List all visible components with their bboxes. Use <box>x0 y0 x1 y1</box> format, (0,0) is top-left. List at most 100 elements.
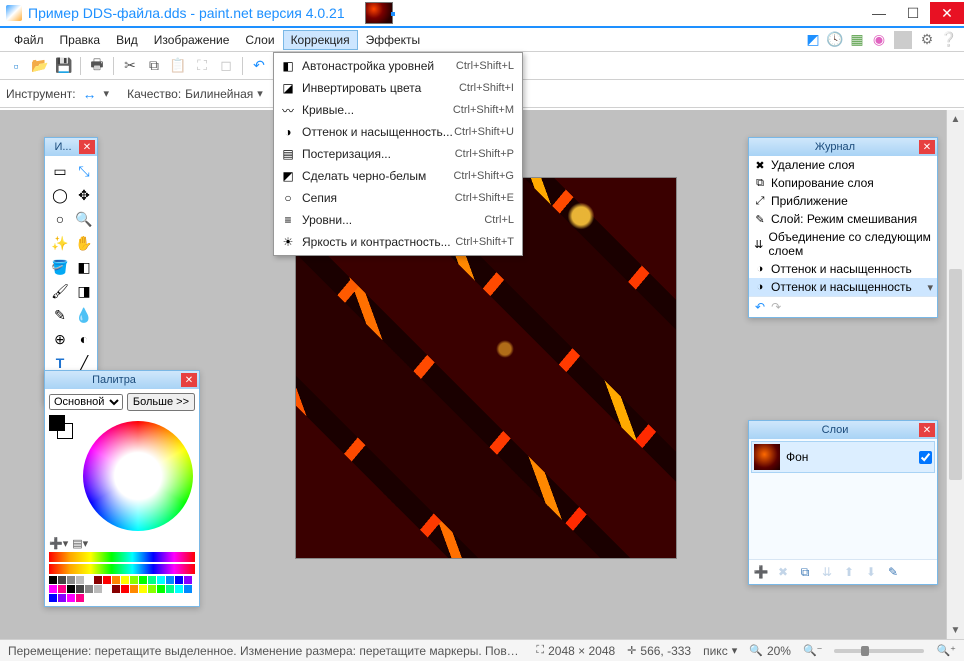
swatch[interactable] <box>58 594 66 602</box>
brush-tool[interactable]: 🖌 <box>49 280 71 302</box>
eraser-tool[interactable]: ◨ <box>73 280 95 302</box>
panel-header[interactable]: Слои ✕ <box>749 421 937 439</box>
dropdown-caret-icon[interactable]: ▾ <box>104 87 110 100</box>
history-item[interactable]: ⤢Приближение <box>749 192 937 210</box>
swatch[interactable] <box>67 585 75 593</box>
swatch[interactable] <box>166 585 174 593</box>
crop-button[interactable]: ⛶ <box>192 56 212 76</box>
swatch[interactable] <box>85 576 93 584</box>
swatch[interactable] <box>85 585 93 593</box>
clone-tool[interactable]: ⊕ <box>49 328 71 350</box>
menu-file[interactable]: Файл <box>6 30 52 50</box>
swatch[interactable] <box>157 576 165 584</box>
menu-item[interactable]: 〰 Кривые... Ctrl+Shift+M <box>276 99 520 121</box>
layers-window-icon[interactable]: ▦ <box>848 31 866 49</box>
swatch[interactable] <box>49 576 57 584</box>
fill-tool[interactable]: 🪣 <box>49 256 71 278</box>
undo-icon[interactable]: ↶ <box>755 300 765 314</box>
move-tool-icon[interactable]: ↔ <box>80 84 100 104</box>
menu-item[interactable]: ☀ Яркость и контрастность... Ctrl+Shift+… <box>276 231 520 253</box>
close-icon[interactable]: ✕ <box>79 140 95 154</box>
merge-layer-icon[interactable]: ⇊ <box>818 563 836 581</box>
swatch[interactable] <box>184 585 192 593</box>
swatch[interactable] <box>121 576 129 584</box>
swatch[interactable] <box>130 585 138 593</box>
palette-add-icon[interactable]: ➕▾ <box>49 537 68 550</box>
history-item[interactable]: ⇊Объединение со следующим слоем <box>749 228 937 260</box>
maximize-button[interactable]: ☐ <box>896 2 930 24</box>
swatch[interactable] <box>112 576 120 584</box>
panel-header[interactable]: И... ✕ <box>45 138 97 156</box>
history-item[interactable]: ◑Оттенок и насыщенность <box>749 260 937 278</box>
swatch-grid[interactable] <box>49 576 195 602</box>
color-swatches[interactable] <box>49 415 75 441</box>
swatch[interactable] <box>94 576 102 584</box>
minimize-button[interactable]: — <box>862 2 896 24</box>
swatch[interactable] <box>103 585 111 593</box>
swatch[interactable] <box>58 576 66 584</box>
swatch[interactable] <box>121 585 129 593</box>
palette-menu-icon[interactable]: ▤▾ <box>72 537 88 550</box>
deselect-button[interactable]: ◻ <box>216 56 236 76</box>
menu-item[interactable]: ◧ Автонастройка уровней Ctrl+Shift+L <box>276 55 520 77</box>
history-item[interactable]: ◑Оттенок и насыщенность▾ <box>749 278 937 296</box>
swatch[interactable] <box>76 594 84 602</box>
panel-header[interactable]: Палитра ✕ <box>45 371 199 389</box>
status-zoom[interactable]: 🔍20% <box>749 644 791 658</box>
menu-adjustments[interactable]: Коррекция <box>283 30 358 50</box>
primary-color[interactable] <box>49 415 65 431</box>
move-up-icon[interactable]: ⬆ <box>840 563 858 581</box>
menu-item[interactable]: ◩ Сделать черно-белым Ctrl+Shift+G <box>276 165 520 187</box>
layer-item[interactable]: Фон <box>751 441 935 473</box>
swatch[interactable] <box>49 594 57 602</box>
history-item[interactable]: ✎Слой: Режим смешивания <box>749 210 937 228</box>
swatch[interactable] <box>94 585 102 593</box>
quality-value[interactable]: Билинейная <box>185 87 253 101</box>
menu-item[interactable]: ◑ Оттенок и насыщенность... Ctrl+Shift+U <box>276 121 520 143</box>
swatch[interactable] <box>139 585 147 593</box>
swatch[interactable] <box>148 576 156 584</box>
colors-window-icon[interactable]: ◉ <box>870 31 888 49</box>
picker-tool[interactable]: 💧 <box>73 304 95 326</box>
menu-view[interactable]: Вид <box>108 30 146 50</box>
move-sel-tool[interactable]: ✥ <box>73 184 95 206</box>
more-button[interactable]: Больше >> <box>127 393 195 411</box>
pan-tool[interactable]: ✋ <box>73 232 95 254</box>
color-mode-select[interactable]: Основной <box>49 394 123 410</box>
vertical-scrollbar[interactable]: ▲ ▼ <box>946 110 964 639</box>
swatch[interactable] <box>112 585 120 593</box>
wand-tool[interactable]: ✨ <box>49 232 71 254</box>
close-button[interactable]: ✕ <box>930 2 964 24</box>
scroll-thumb[interactable] <box>949 269 962 481</box>
properties-icon[interactable]: ✎ <box>884 563 902 581</box>
swatch[interactable] <box>184 576 192 584</box>
cut-button[interactable]: ✂ <box>120 56 140 76</box>
swatch[interactable] <box>139 576 147 584</box>
copy-button[interactable]: ⧉ <box>144 56 164 76</box>
document-thumbnail[interactable] <box>365 2 393 24</box>
settings-icon[interactable]: ⚙ <box>918 31 936 49</box>
new-button[interactable]: ▫ <box>6 56 26 76</box>
menu-item[interactable]: ▤ Постеризация... Ctrl+Shift+P <box>276 143 520 165</box>
close-icon[interactable]: ✕ <box>181 373 197 387</box>
hue-strip[interactable] <box>49 552 195 562</box>
zoom-knob[interactable] <box>861 646 869 656</box>
swatch[interactable] <box>130 576 138 584</box>
history-item[interactable]: ⧉Копирование слоя <box>749 174 937 192</box>
close-icon[interactable]: ✕ <box>919 423 935 437</box>
help-icon[interactable]: ❔ <box>940 31 958 49</box>
undo-button[interactable]: ↶ <box>249 56 269 76</box>
swatch[interactable] <box>49 585 57 593</box>
swatch[interactable] <box>175 585 183 593</box>
move-tool[interactable]: ⤡ <box>73 160 95 182</box>
ellipse-select-tool[interactable]: ○ <box>49 208 71 230</box>
zoom-in-icon[interactable]: 🔍⁺ <box>936 644 956 657</box>
menu-item[interactable]: ≡ Уровни... Ctrl+L <box>276 209 520 231</box>
history-item[interactable]: ✖Удаление слоя <box>749 156 937 174</box>
menu-effects[interactable]: Эффекты <box>358 30 429 50</box>
menu-image[interactable]: Изображение <box>146 30 238 50</box>
menu-item[interactable]: ○ Сепия Ctrl+Shift+E <box>276 187 520 209</box>
open-button[interactable]: 📂 <box>30 56 50 76</box>
status-units[interactable]: пикс▾ <box>703 644 737 658</box>
zoom-tool[interactable]: 🔍 <box>73 208 95 230</box>
